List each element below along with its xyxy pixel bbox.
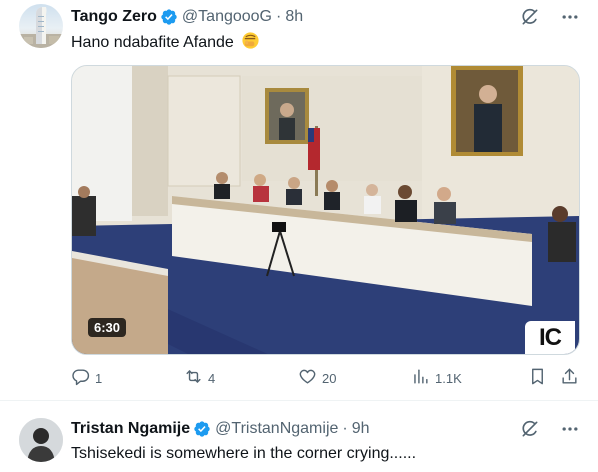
views-icon [411,367,430,389]
timestamp[interactable]: 9h [352,420,370,438]
tweet-text: Hano ndabafite Afande [71,31,260,54]
tweet-text-content: Hano ndabafite Afande [71,34,234,51]
dot-separator: · [276,8,282,25]
author-name[interactable]: Tango Zero [71,8,157,26]
more-icon[interactable] [559,6,581,28]
tweet-top-actions [519,418,581,440]
author-name[interactable]: Tristan Ngamije [71,420,190,438]
reply-icon [71,367,90,389]
tweet-text: Tshisekedi is somewhere in the corner cr… [71,445,417,462]
author-handle[interactable]: @TristanNgamije [215,420,338,438]
repost-button[interactable]: 4 [184,367,215,389]
reply-button[interactable]: 1 [71,367,102,389]
avatar[interactable] [19,418,63,462]
author-handle[interactable]: @TangoooG [182,8,272,26]
like-count: 20 [322,370,337,386]
avatar[interactable] [19,4,63,48]
views-button[interactable]: 1.1K [411,367,462,389]
like-icon [298,367,317,389]
channel-watermark: IC [525,321,575,354]
face-with-hand-over-mouth-emoji [241,31,260,50]
bookmark-icon [528,367,547,389]
timestamp[interactable]: 8h [285,8,303,26]
tweet[interactable]: Tango Zero @TangoooG · 8h Hano ndabafite… [0,0,598,400]
tweet-header: Tango Zero @TangoooG · 8h [71,6,303,28]
grok-icon[interactable] [519,418,541,440]
grok-icon[interactable] [519,6,541,28]
verified-badge-icon [160,8,178,26]
bookmark-button[interactable] [528,367,547,389]
more-icon[interactable] [559,418,581,440]
dot-separator: · [342,420,348,437]
video-player[interactable]: 6:30 IC [71,65,580,355]
tweet-actions: 1 4 20 1.1K [71,367,580,391]
repost-count: 4 [208,370,216,386]
tweet[interactable]: Tristan Ngamije @TristanNgamije · 9h Tsh… [0,401,598,472]
video-duration: 6:30 [88,318,127,337]
views-count: 1.1K [435,370,462,386]
reply-count: 1 [95,370,103,386]
video-thumbnail [72,66,579,354]
verified-badge-icon [193,420,211,438]
like-button[interactable]: 20 [298,367,336,389]
repost-icon [184,367,203,389]
tweet-top-actions [519,6,581,28]
share-button[interactable] [560,367,579,389]
tweet-header: Tristan Ngamije @TristanNgamije · 9h [71,418,370,440]
share-icon [560,367,579,389]
